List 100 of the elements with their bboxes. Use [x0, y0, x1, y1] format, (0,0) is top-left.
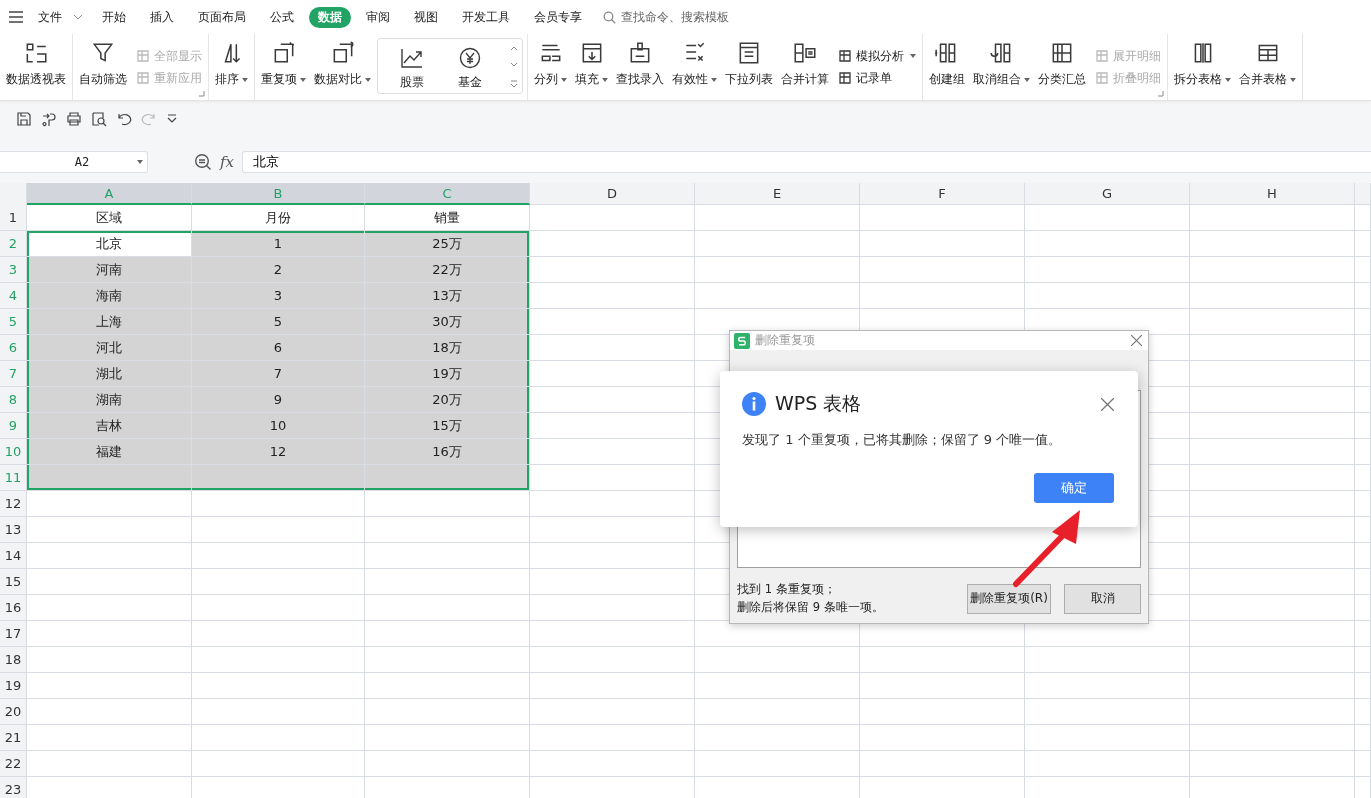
customize-icon[interactable] — [166, 113, 178, 125]
table-cell[interactable] — [192, 569, 365, 595]
table-cell[interactable] — [1190, 205, 1355, 231]
row-header[interactable]: 13 — [0, 517, 27, 543]
row-header[interactable]: 14 — [0, 543, 27, 569]
table-cell[interactable] — [1190, 543, 1355, 569]
ribbon-button[interactable]: 模拟分析 — [837, 48, 916, 64]
table-cell[interactable] — [1355, 465, 1371, 491]
table-cell[interactable]: 16万 — [365, 439, 530, 465]
table-cell[interactable] — [530, 361, 695, 387]
ribbon-button[interactable]: 填充 — [571, 34, 612, 100]
file-menu[interactable]: 文件 — [29, 6, 71, 28]
table-cell[interactable] — [27, 517, 192, 543]
undo-icon[interactable] — [116, 111, 132, 127]
table-cell[interactable]: 20万 — [365, 387, 530, 413]
table-cell[interactable]: 区域 — [27, 205, 192, 231]
ribbon-button[interactable]: 记录单 — [837, 70, 916, 86]
table-cell[interactable]: 6 — [192, 335, 365, 361]
table-cell[interactable] — [192, 647, 365, 673]
ribbon-button[interactable]: 自动筛选 — [75, 34, 131, 100]
table-cell[interactable]: 19万 — [365, 361, 530, 387]
table-cell[interactable] — [1190, 647, 1355, 673]
table-cell[interactable] — [1190, 595, 1355, 621]
table-cell[interactable] — [1190, 725, 1355, 751]
table-cell[interactable] — [695, 283, 860, 309]
table-cell[interactable] — [530, 517, 695, 543]
row-header[interactable]: 19 — [0, 673, 27, 699]
table-cell[interactable] — [1355, 569, 1371, 595]
table-cell[interactable] — [27, 699, 192, 725]
table-cell[interactable] — [1355, 387, 1371, 413]
column-header[interactable]: D — [530, 183, 695, 205]
ribbon-button[interactable]: 有效性 — [668, 34, 721, 100]
formula-field[interactable]: 北京 — [242, 151, 1371, 173]
chevron-icon[interactable] — [73, 14, 83, 20]
table-cell[interactable]: 福建 — [27, 439, 192, 465]
table-cell[interactable] — [1355, 621, 1371, 647]
table-cell[interactable] — [530, 543, 695, 569]
table-cell[interactable] — [192, 699, 365, 725]
gallery-item[interactable]: 股票 — [388, 42, 436, 90]
table-cell[interactable] — [27, 673, 192, 699]
table-cell[interactable] — [365, 647, 530, 673]
ribbon-button[interactable]: 下拉列表 — [721, 34, 777, 100]
table-cell[interactable] — [1190, 517, 1355, 543]
table-cell[interactable] — [1355, 361, 1371, 387]
menu-icon[interactable] — [9, 11, 23, 23]
table-cell[interactable] — [1025, 751, 1190, 777]
table-cell[interactable] — [530, 335, 695, 361]
launcher-icon[interactable] — [1158, 91, 1164, 97]
table-cell[interactable] — [192, 517, 365, 543]
ribbon-button[interactable]: 分列 — [530, 34, 571, 100]
table-cell[interactable] — [365, 725, 530, 751]
table-cell[interactable] — [27, 725, 192, 751]
ribbon-button[interactable]: 排序 — [211, 34, 252, 100]
table-cell[interactable]: 9 — [192, 387, 365, 413]
table-cell[interactable] — [192, 673, 365, 699]
table-cell[interactable] — [1355, 413, 1371, 439]
table-cell[interactable] — [1190, 257, 1355, 283]
column-header[interactable]: E — [695, 183, 860, 205]
row-header[interactable]: 17 — [0, 621, 27, 647]
table-cell[interactable] — [1355, 673, 1371, 699]
row-header[interactable]: 12 — [0, 491, 27, 517]
search-field[interactable]: 查找命令、搜索模板 — [603, 9, 773, 25]
table-cell[interactable] — [695, 647, 860, 673]
close-icon[interactable] — [1101, 397, 1114, 411]
row-header[interactable]: 15 — [0, 569, 27, 595]
table-cell[interactable] — [27, 543, 192, 569]
table-cell[interactable] — [530, 647, 695, 673]
table-cell[interactable] — [530, 751, 695, 777]
ribbon-tab[interactable]: 开始 — [93, 6, 135, 28]
column-header[interactable] — [1355, 183, 1371, 205]
table-cell[interactable] — [1025, 673, 1190, 699]
table-cell[interactable]: 湖南 — [27, 387, 192, 413]
ribbon-button[interactable]: 数据透视表 — [2, 34, 70, 100]
table-cell[interactable]: 7 — [192, 361, 365, 387]
table-cell[interactable] — [192, 751, 365, 777]
table-cell[interactable] — [530, 595, 695, 621]
table-cell[interactable] — [1190, 361, 1355, 387]
table-cell[interactable] — [695, 205, 860, 231]
table-cell[interactable] — [1355, 751, 1371, 777]
table-cell[interactable] — [365, 621, 530, 647]
table-cell[interactable] — [1190, 699, 1355, 725]
table-cell[interactable] — [365, 543, 530, 569]
table-cell[interactable] — [1355, 543, 1371, 569]
ribbon-button[interactable]: 重复项 — [257, 34, 310, 100]
zoom-icon[interactable] — [194, 153, 212, 171]
ribbon-tab[interactable]: 开发工具 — [453, 6, 519, 28]
table-cell[interactable] — [530, 257, 695, 283]
table-cell[interactable] — [530, 673, 695, 699]
table-cell[interactable] — [1025, 647, 1190, 673]
table-cell[interactable]: 吉林 — [27, 413, 192, 439]
table-cell[interactable] — [860, 751, 1025, 777]
print-preview-icon[interactable] — [91, 111, 107, 127]
ribbon-tab[interactable]: 会员专享 — [525, 6, 591, 28]
table-cell[interactable] — [860, 283, 1025, 309]
table-cell[interactable] — [27, 491, 192, 517]
table-cell[interactable] — [365, 569, 530, 595]
table-cell[interactable] — [365, 751, 530, 777]
table-cell[interactable] — [1190, 413, 1355, 439]
table-cell[interactable] — [27, 621, 192, 647]
table-cell[interactable] — [1025, 283, 1190, 309]
